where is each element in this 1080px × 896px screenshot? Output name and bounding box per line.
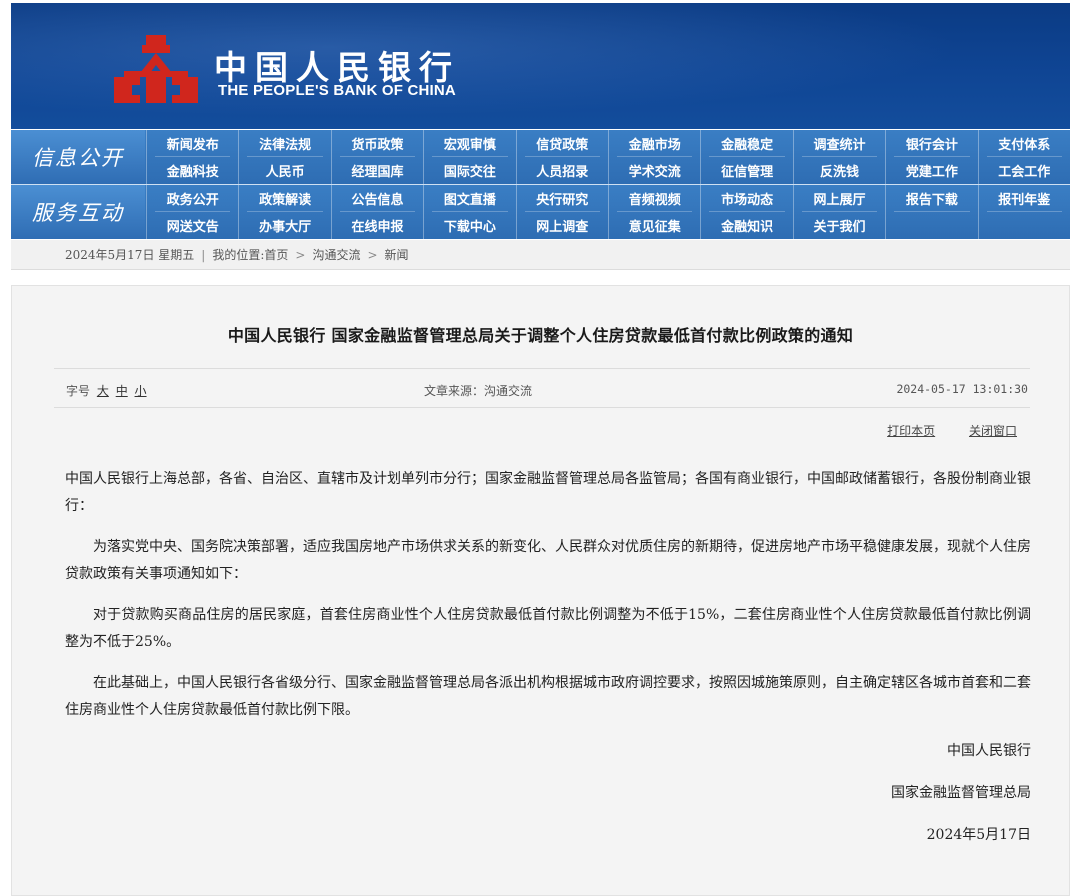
nav-info-item[interactable]: 银行会计 [885,130,977,157]
nav-info-item[interactable]: 人员招录 [515,157,608,184]
font-large-link[interactable]: 大 [97,384,109,398]
nav-service-item[interactable]: 报告下载 [885,185,977,212]
nav-info-item[interactable]: 工会工作 [977,157,1070,184]
article-paragraph: 中国人民银行上海总部，各省、自治区、直辖市及计划单列市分行；国家金融监督管理总局… [65,471,1031,514]
nav-section-service-label: 服务互动 [11,185,145,239]
signature-pboc: 中国人民银行 [947,743,1031,759]
font-size-controls: 字号 大 中 小 [66,382,147,399]
current-date: 2024年5月17日 星期五 [65,248,195,262]
breadcrumb-arrow-icon: > [295,247,306,262]
nav-info-item[interactable]: 宏观审慎 [423,130,515,157]
nav-info-item[interactable]: 反洗钱 [792,157,885,184]
print-page-link[interactable]: 打印本页 [887,424,935,438]
signature-nfra: 国家金融监督管理总局 [891,785,1031,801]
breadcrumb-home-link[interactable]: 首页 [264,246,288,263]
article-paragraph: 为落实党中央、国务院决策部署，适应我国房地产市场供求关系的新变化、人民群众对优质… [65,539,1031,582]
nav-service-item[interactable]: 办事大厅 [238,212,330,239]
nav-service-item[interactable]: 政策解读 [238,185,330,212]
nav-info-item[interactable]: 金融科技 [146,157,238,184]
article-panel: 中国人民银行 国家金融监督管理总局关于调整个人住房贷款最低首付款比例政策的通知 … [11,285,1070,896]
nav-info-item[interactable]: 调查统计 [792,130,885,157]
nav-info-item[interactable]: 新闻发布 [146,130,238,157]
close-window-link[interactable]: 关闭窗口 [969,424,1017,438]
publish-time: 2024-05-17 13:01:30 [896,382,1028,396]
nav-info-grid: 新闻发布 法律法规 货币政策 宏观审慎 信贷政策 金融市场 金融稳定 调查统计 银行会计 支付体系… [146,130,1070,184]
nav-service-item[interactable]: 网送文告 [146,212,238,239]
nav-info-item[interactable]: 经理国库 [330,157,423,184]
nav-info-item[interactable]: 学术交流 [608,157,700,184]
breadcrumb: 2024年5月17日 星期五 | 我的位置: 首页 > 沟通交流 > 新闻 [11,240,1070,270]
breadcrumb-arrow-icon: > [367,247,378,262]
nav-service-item[interactable]: 在线申报 [330,212,423,239]
article-actions: 打印本页 关闭窗口 [857,422,1017,439]
article-meta: 字号 大 中 小 文章来源：沟通交流 2024-05-17 13:01:30 [54,368,1030,408]
location-label: 我的位置: [212,248,265,262]
breadcrumb-section-link[interactable]: 沟通交流 [312,246,360,263]
nav-info-item[interactable]: 信贷政策 [515,130,608,157]
header-banner: 中国人民银行 THE PEOPLE'S BANK OF CHINA [11,3,1070,129]
article-body: 中国人民银行上海总部，各省、自治区、直辖市及计划单列市分行；国家金融监督管理总局… [65,466,1031,864]
article-source: 文章来源：沟通交流 [424,384,533,398]
nav-service-item[interactable]: 网上调查 [515,212,608,239]
article-paragraph: 在此基础上，中国人民银行各省级分行、国家金融监督管理总局各派出机构根据城市政府调… [65,675,1031,718]
nav-service-item[interactable]: 报刊年鉴 [977,185,1070,212]
nav-section-info-label: 信息公开 [11,130,145,184]
nav-info-item[interactable]: 金融稳定 [700,130,792,157]
nav-service-item[interactable]: 网上展厅 [792,185,885,212]
nav-service-item[interactable]: 金融知识 [700,212,792,239]
pboc-emblem-icon [114,35,198,103]
article-paragraph: 对于贷款购买商品住房的居民家庭，首套住房商业性个人住房贷款最低首付款比例调整为不… [65,607,1031,650]
nav-info-item[interactable]: 金融市场 [608,130,700,157]
nav-info-band: 信息公开 新闻发布 法律法规 货币政策 宏观审慎 信贷政策 金融市场 金融稳定 调查统计 银行会… [11,130,1070,184]
nav-service-item[interactable]: 图文直播 [423,185,515,212]
nav-service-item[interactable]: 意见征集 [608,212,700,239]
nav-info-item[interactable]: 支付体系 [977,130,1070,157]
nav-service-item[interactable]: 央行研究 [515,185,608,212]
bank-name-en: THE PEOPLE'S BANK OF CHINA [218,82,456,99]
font-size-label: 字号 [66,384,91,398]
signature-date: 2024年5月17日 [926,827,1031,843]
nav-service-item[interactable]: 公告信息 [330,185,423,212]
nav-info-item[interactable]: 征信管理 [700,157,792,184]
nav-service-item[interactable]: 音频视频 [608,185,700,212]
nav-service-empty-cell [977,212,1070,239]
nav-service-item[interactable]: 政务公开 [146,185,238,212]
nav-service-item[interactable]: 关于我们 [792,212,885,239]
nav-info-item[interactable]: 法律法规 [238,130,330,157]
font-medium-link[interactable]: 中 [116,384,128,398]
breadcrumb-current-link[interactable]: 新闻 [385,246,409,263]
nav-info-item[interactable]: 国际交往 [423,157,515,184]
nav-info-item[interactable]: 货币政策 [330,130,423,157]
nav-service-empty-cell [885,212,977,239]
nav-info-item[interactable]: 党建工作 [885,157,977,184]
nav-info-item[interactable]: 人民币 [238,157,330,184]
article-title: 中国人民银行 国家金融监督管理总局关于调整个人住房贷款最低首付款比例政策的通知 [227,326,854,345]
nav-service-band: 服务互动 政务公开 政策解读 公告信息 图文直播 央行研究 音频视频 市场动态 网上展厅 报告下… [11,185,1070,239]
font-small-link[interactable]: 小 [135,384,147,398]
nav-service-item[interactable]: 下载中心 [423,212,515,239]
breadcrumb-divider: | [201,247,206,262]
nav-service-item[interactable]: 市场动态 [700,185,792,212]
nav-service-grid: 政务公开 政策解读 公告信息 图文直播 央行研究 音频视频 市场动态 网上展厅 报告下载 报刊年鉴… [146,185,1070,239]
